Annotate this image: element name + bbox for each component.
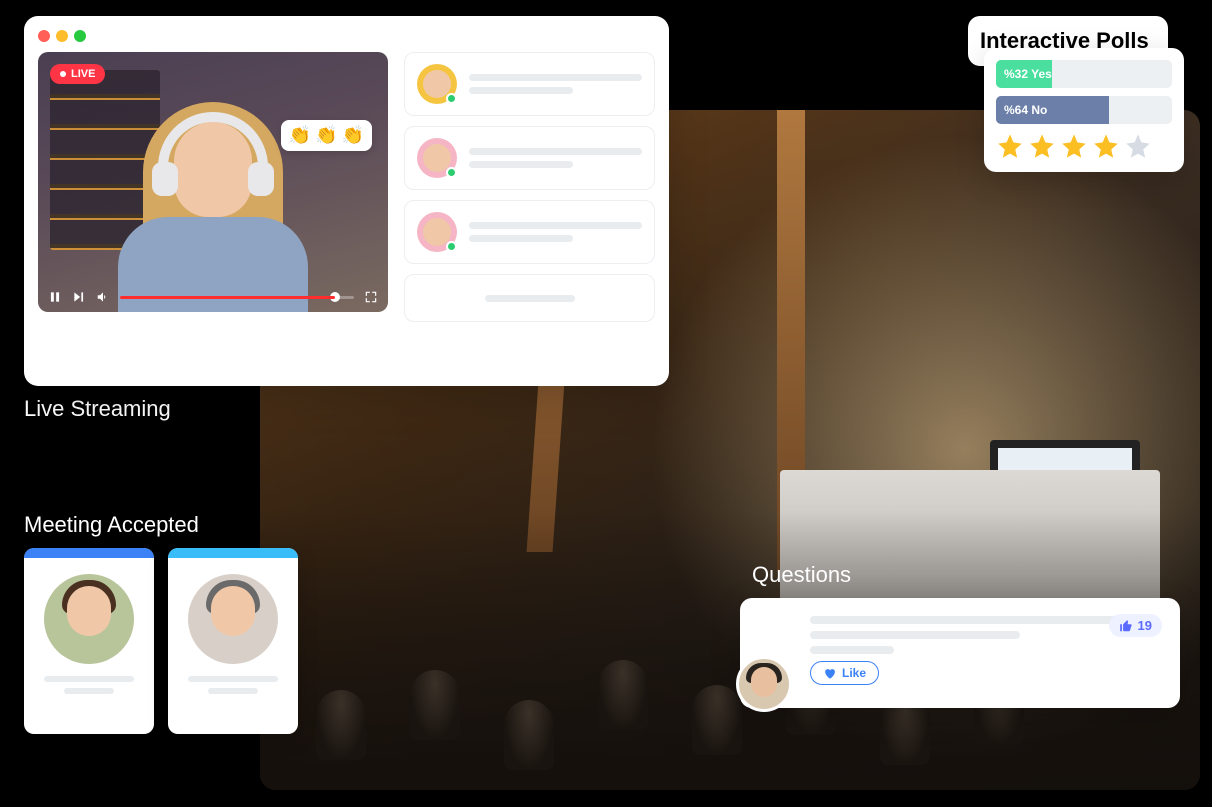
online-status-icon	[446, 93, 457, 104]
stream-window: LIVE 👏 👏 👏	[24, 16, 669, 386]
clap-icon: 👏	[315, 125, 337, 146]
maximize-icon[interactable]	[74, 30, 86, 42]
meeting-cards	[24, 548, 298, 734]
avatar	[736, 656, 792, 712]
poll-option-yes[interactable]: %32 Yes	[996, 60, 1172, 88]
poll-label: %64 No	[996, 103, 1047, 117]
participant-list	[404, 52, 655, 322]
video-player[interactable]: LIVE 👏 👏 👏	[38, 52, 388, 312]
poll-option-no[interactable]: %64 No	[996, 96, 1172, 124]
avatar	[44, 574, 134, 664]
meeting-card[interactable]	[24, 548, 154, 734]
star-rating[interactable]	[996, 132, 1172, 160]
star-icon[interactable]	[1060, 132, 1088, 160]
reactions-bubble: 👏 👏 👏	[281, 120, 372, 151]
avatar	[417, 212, 457, 252]
avatar	[417, 64, 457, 104]
star-icon[interactable]	[1092, 132, 1120, 160]
avatar	[417, 138, 457, 178]
pause-icon[interactable]	[48, 290, 62, 304]
next-icon[interactable]	[72, 290, 86, 304]
avatar	[188, 574, 278, 664]
question-text-placeholder	[810, 616, 1160, 654]
online-status-icon	[446, 241, 457, 252]
close-icon[interactable]	[38, 30, 50, 42]
like-button-label: Like	[842, 666, 866, 680]
question-card: 19 Like	[740, 598, 1180, 708]
volume-icon[interactable]	[96, 290, 110, 304]
star-icon[interactable]	[1028, 132, 1056, 160]
like-button[interactable]: Like	[810, 661, 879, 685]
participant-item[interactable]	[404, 52, 655, 116]
progress-bar[interactable]	[120, 296, 354, 299]
live-streaming-label: Live Streaming	[24, 396, 171, 422]
clap-icon: 👏	[342, 125, 364, 146]
like-count-badge: 19	[1109, 614, 1162, 637]
fullscreen-icon[interactable]	[364, 290, 378, 304]
video-controls	[38, 282, 388, 312]
poll-label: %32 Yes	[996, 67, 1052, 81]
polls-card: %32 Yes %64 No	[984, 48, 1184, 172]
heart-icon	[823, 667, 836, 680]
like-count-value: 19	[1138, 618, 1152, 633]
questions-label: Questions	[752, 562, 851, 588]
star-icon[interactable]	[1124, 132, 1152, 160]
meeting-accepted-label: Meeting Accepted	[24, 512, 199, 538]
participant-item-empty[interactable]	[404, 274, 655, 322]
star-icon[interactable]	[996, 132, 1024, 160]
online-status-icon	[446, 167, 457, 178]
meeting-card[interactable]	[168, 548, 298, 734]
clap-icon: 👏	[289, 125, 311, 146]
participant-item[interactable]	[404, 126, 655, 190]
thumbs-up-icon	[1119, 619, 1133, 633]
window-controls	[38, 30, 655, 42]
live-badge: LIVE	[50, 64, 105, 84]
minimize-icon[interactable]	[56, 30, 68, 42]
participant-item[interactable]	[404, 200, 655, 264]
